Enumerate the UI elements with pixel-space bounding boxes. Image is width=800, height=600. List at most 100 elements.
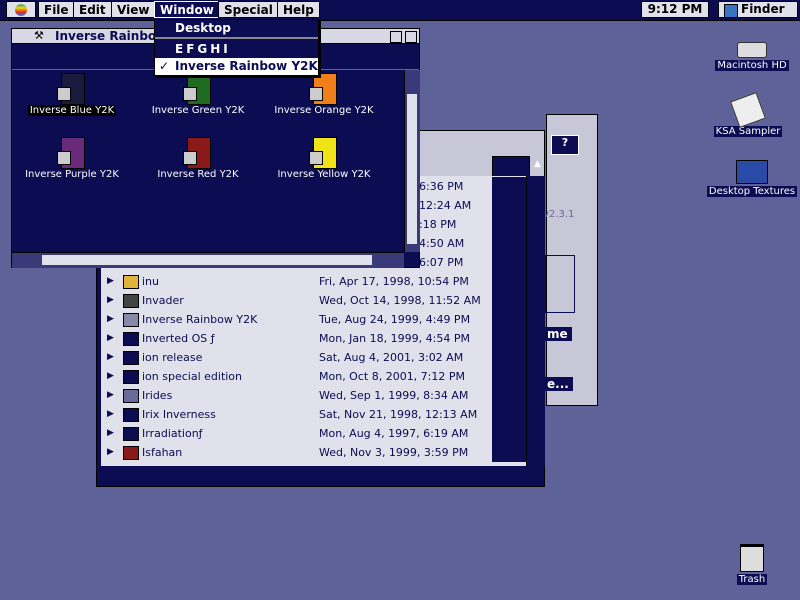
table-row[interactable]: ▶ ion special edition Mon, Oct 8, 2001, 7:… (101, 367, 526, 386)
menu-window[interactable]: Window (154, 1, 220, 18)
folder-icon (123, 351, 139, 365)
document-icon (57, 137, 87, 169)
file-name: ion special edition (142, 370, 243, 383)
menu-item-desktop[interactable]: Desktop (155, 20, 318, 37)
apple-menu[interactable] (6, 1, 36, 18)
modified-date: Mon, Jan 18, 1999, 4:54 PM (319, 332, 470, 345)
application-menu[interactable]: Finder (718, 1, 798, 18)
menu-clock[interactable]: 9:12 PM (641, 1, 709, 18)
sort-triangle-icon: ▲ (534, 159, 541, 169)
ksa-panel (545, 255, 575, 313)
disclosure-triangle-icon[interactable]: ▶ (107, 405, 114, 424)
disclosure-triangle-icon[interactable]: ▶ (107, 443, 114, 462)
menu-help[interactable]: Help (277, 1, 320, 18)
disclosure-triangle-icon[interactable]: ▶ (107, 386, 114, 405)
folder-icon (123, 332, 139, 346)
disclosure-triangle-icon[interactable]: ▶ (107, 424, 114, 443)
table-row[interactable]: ▶ Irides Wed, Sep 1, 1999, 8:34 AM (101, 386, 526, 405)
desktop-icon-label: Macintosh HD (715, 60, 789, 71)
icon-inverse-green-y2k[interactable]: Inverse Green Y2K (138, 73, 258, 116)
table-row[interactable]: ▶ Irix Inverness Sat, Nov 21, 1998, 12:13 … (101, 405, 526, 424)
desktop-icon-desktop-textures[interactable]: Desktop Textures (702, 160, 800, 197)
table-row[interactable]: ▶ Inverse Rainbow Y2K Tue, Aug 24, 1999, 4… (101, 310, 526, 329)
disclosure-triangle-icon[interactable]: ▶ (107, 367, 114, 386)
modified-date: Mon, Aug 4, 1997, 6:19 AM (319, 427, 469, 440)
modified-date: Mon, Oct 8, 2001, 7:12 PM (319, 370, 466, 383)
icon-inverse-yellow-y2k[interactable]: Inverse Yellow Y2K (264, 137, 384, 180)
finder-icon (724, 4, 738, 18)
folder-icon (123, 408, 139, 422)
scroll-thumb[interactable] (42, 255, 372, 265)
menu-item-efghi[interactable]: EFGHI (155, 41, 318, 58)
desktop-icon-trash[interactable]: Trash (702, 544, 800, 585)
icon-inverse-orange-y2k[interactable]: Inverse Orange Y2K (264, 73, 384, 116)
icon-view: Inverse Blue Y2K Inverse Green Y2K Inverse… (12, 70, 404, 252)
help-icon[interactable]: ? (551, 135, 579, 155)
scroll-thumb[interactable] (407, 94, 417, 244)
desktop-icon-label: Desktop Textures (706, 186, 798, 197)
modified-date: Sat, Aug 4, 2001, 3:02 AM (319, 351, 464, 364)
ksa-button-1[interactable]: me (543, 327, 572, 341)
document-icon (309, 73, 339, 105)
icon-label: Inverse Green Y2K (151, 105, 245, 116)
vertical-scrollbar[interactable] (404, 70, 420, 252)
collapse-box-icon[interactable] (405, 31, 417, 43)
modified-date: :18 PM (419, 218, 457, 231)
desktop-icon-ksa-sampler[interactable]: KSA Sampler (698, 92, 798, 137)
list-scrollbar[interactable] (526, 176, 545, 466)
table-row[interactable]: ▶ Irradiationƒ Mon, Aug 4, 1997, 6:19 AM (101, 424, 526, 443)
modified-date: 12:24 AM (419, 199, 472, 212)
file-name: ion release (142, 351, 203, 364)
menu-edit[interactable]: Edit (73, 1, 112, 18)
modified-date: Tue, Aug 24, 1999, 4:49 PM (319, 313, 471, 326)
modified-date: Wed, Nov 3, 1999, 3:59 PM (319, 446, 469, 459)
desktop-icon-macintosh-hd[interactable]: Macintosh HD (702, 42, 800, 71)
icon-inverse-red-y2k[interactable]: Inverse Red Y2K (138, 137, 258, 180)
disclosure-triangle-icon[interactable]: ▶ (107, 310, 114, 329)
file-name: Isfahan (142, 446, 183, 459)
folder-icon (123, 389, 139, 403)
table-row[interactable]: ▶ Invader Wed, Oct 14, 1998, 11:52 AM (101, 291, 526, 310)
folder-icon (123, 446, 139, 460)
menu-bar: File Edit View Window Special Help 9:12 … (0, 0, 800, 21)
apple-icon (15, 4, 27, 16)
icon-inverse-blue-y2k[interactable]: Inverse Blue Y2K (12, 73, 132, 116)
desktop-icon-label: Trash (736, 574, 768, 585)
modified-date: Fri, Apr 17, 1998, 10:54 PM (319, 275, 469, 288)
window-title: Inverse Rainbow (55, 29, 168, 43)
disclosure-triangle-icon[interactable]: ▶ (107, 291, 114, 310)
icon-label: Inverse Blue Y2K (27, 105, 117, 116)
table-row[interactable]: ▶ inu Fri, Apr 17, 1998, 10:54 PM (101, 272, 526, 291)
zoom-box-icon[interactable] (390, 31, 402, 43)
modified-date: Sat, Nov 21, 1998, 12:13 AM (319, 408, 478, 421)
menu-special[interactable]: Special (218, 1, 279, 18)
ksa-version: v2.3.1 (543, 209, 575, 220)
hard-disk-icon (737, 42, 767, 58)
table-row[interactable]: ▶ ion release Sat, Aug 4, 2001, 3:02 AM (101, 348, 526, 367)
menu-view[interactable]: View (111, 1, 156, 18)
disclosure-triangle-icon[interactable]: ▶ (107, 348, 114, 367)
ksa-sampler-window[interactable]: ? v2.3.1 me e... (543, 114, 598, 406)
file-name: Invader (142, 294, 184, 307)
menu-item-label: EFGHI (175, 42, 231, 56)
horizontal-scrollbar[interactable] (12, 252, 404, 268)
sort-column-header[interactable]: ▲ (492, 156, 541, 178)
icon-inverse-purple-y2k[interactable]: Inverse Purple Y2K (12, 137, 132, 180)
menu-item-label: Desktop (175, 21, 231, 35)
ksa-button-2[interactable]: e... (543, 377, 573, 391)
menu-item-inverse-rainbow[interactable]: ✓ Inverse Rainbow Y2K (155, 58, 318, 75)
modified-date: 4:50 AM (419, 237, 465, 250)
table-row[interactable]: ▶ Isfahan Wed, Nov 3, 1999, 3:59 PM (101, 443, 526, 462)
menu-file[interactable]: File (38, 1, 75, 18)
file-name: Inverse Rainbow Y2K (142, 313, 258, 326)
table-row[interactable]: ▶ Inverted OS ƒ Mon, Jan 18, 1999, 4:54 PM (101, 329, 526, 348)
file-name: Irradiationƒ (142, 427, 203, 440)
folder-proxy-icon[interactable]: ⚒ (34, 29, 44, 42)
icon-label: Inverse Purple Y2K (25, 169, 119, 180)
folder-icon (123, 313, 139, 327)
checkmark-icon: ✓ (159, 59, 170, 73)
modified-date: Wed, Sep 1, 1999, 8:34 AM (319, 389, 469, 402)
icon-label: Inverse Red Y2K (157, 169, 239, 180)
disclosure-triangle-icon[interactable]: ▶ (107, 272, 114, 291)
disclosure-triangle-icon[interactable]: ▶ (107, 329, 114, 348)
